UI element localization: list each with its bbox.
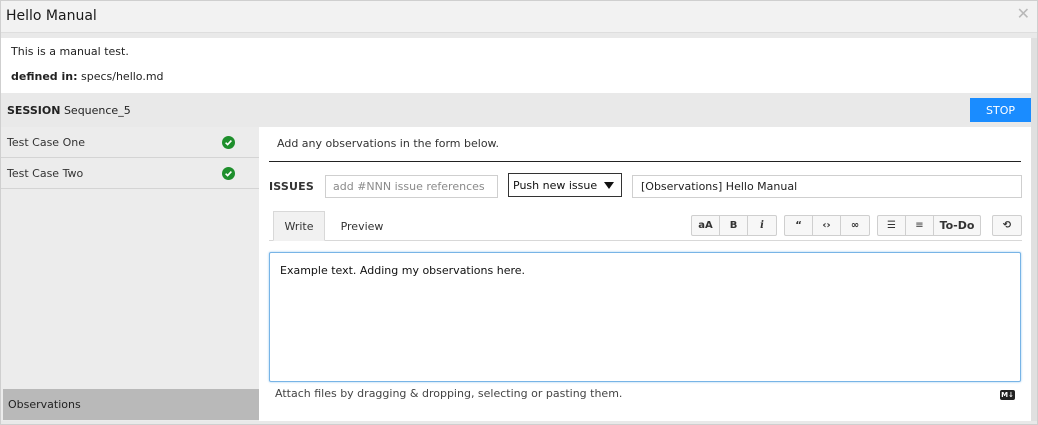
manual-test-dialog: Hello Manual ✕ This is a manual test. de… [0,0,1038,425]
italic-button[interactable]: i [748,216,776,235]
test-case-sidebar: Test Case One Test Case Two Observations [1,127,259,421]
observations-panel: Add any observations in the form below. … [259,127,1031,421]
caret-down-icon [604,182,614,189]
test-description: This is a manual test. [11,45,129,58]
observations-hint: Add any observations in the form below. [277,137,500,150]
session-label: SESSION Sequence_5 [7,104,131,117]
sidebar-item-observations[interactable]: Observations [3,389,259,420]
scrollbar[interactable] [1031,38,1037,421]
defined-in-label: defined in: [11,70,78,83]
tab-write[interactable]: Write [273,211,325,241]
toolbar-history-group: ⟲ [992,215,1022,236]
defined-in-path: specs/hello.md [80,70,164,83]
link-button[interactable]: ∞ [841,216,869,235]
toolbar-text-group: aA B i [691,215,777,236]
session-bar: SESSION Sequence_5 [1,96,1037,126]
close-icon[interactable]: ✕ [1017,4,1030,23]
toolbar-insert-group: “ ‹› ∞ [784,215,870,236]
dialog-title: Hello Manual [6,8,97,24]
sidebar-item-test-case-two[interactable]: Test Case Two [1,158,259,189]
undo-button[interactable]: ⟲ [993,216,1021,235]
code-button[interactable]: ‹› [813,216,841,235]
test-info: This is a manual test. defined in: specs… [1,38,1031,93]
quote-button[interactable]: “ [785,216,813,235]
session-keyword: SESSION [7,104,61,117]
test-case-label: Test Case Two [7,167,84,180]
push-issue-value: Push new issue [513,178,598,192]
issue-references-input[interactable] [325,175,498,198]
title-bar: Hello Manual ✕ [1,1,1037,33]
bold-button[interactable]: B [720,216,748,235]
check-circle-icon [222,136,235,149]
issue-title-input[interactable] [632,175,1022,198]
observations-editor[interactable]: Example text. Adding my observations her… [269,252,1021,382]
numbered-list-button[interactable]: ≡ [906,216,934,235]
stop-button[interactable]: STOP [970,98,1031,122]
divider [269,161,1021,162]
issues-label: ISSUES [269,180,315,193]
push-issue-select[interactable]: Push new issue [508,173,622,197]
session-name: Sequence_5 [63,104,131,117]
bulleted-list-button[interactable]: ☰ [878,216,906,235]
observations-label: Observations [8,398,81,411]
sidebar-item-test-case-one[interactable]: Test Case One [1,127,259,158]
check-circle-icon [222,167,235,180]
toolbar-list-group: ☰ ≡ To-Do [877,215,981,236]
test-case-label: Test Case One [7,136,85,149]
header-button[interactable]: aA [692,216,720,235]
markdown-icon: M↓ [1000,390,1015,400]
defined-in: defined in: specs/hello.md [11,70,164,83]
todo-button[interactable]: To-Do [934,216,980,235]
attach-files-hint: Attach files by dragging & dropping, sel… [275,387,623,400]
tab-preview[interactable]: Preview [331,211,393,241]
